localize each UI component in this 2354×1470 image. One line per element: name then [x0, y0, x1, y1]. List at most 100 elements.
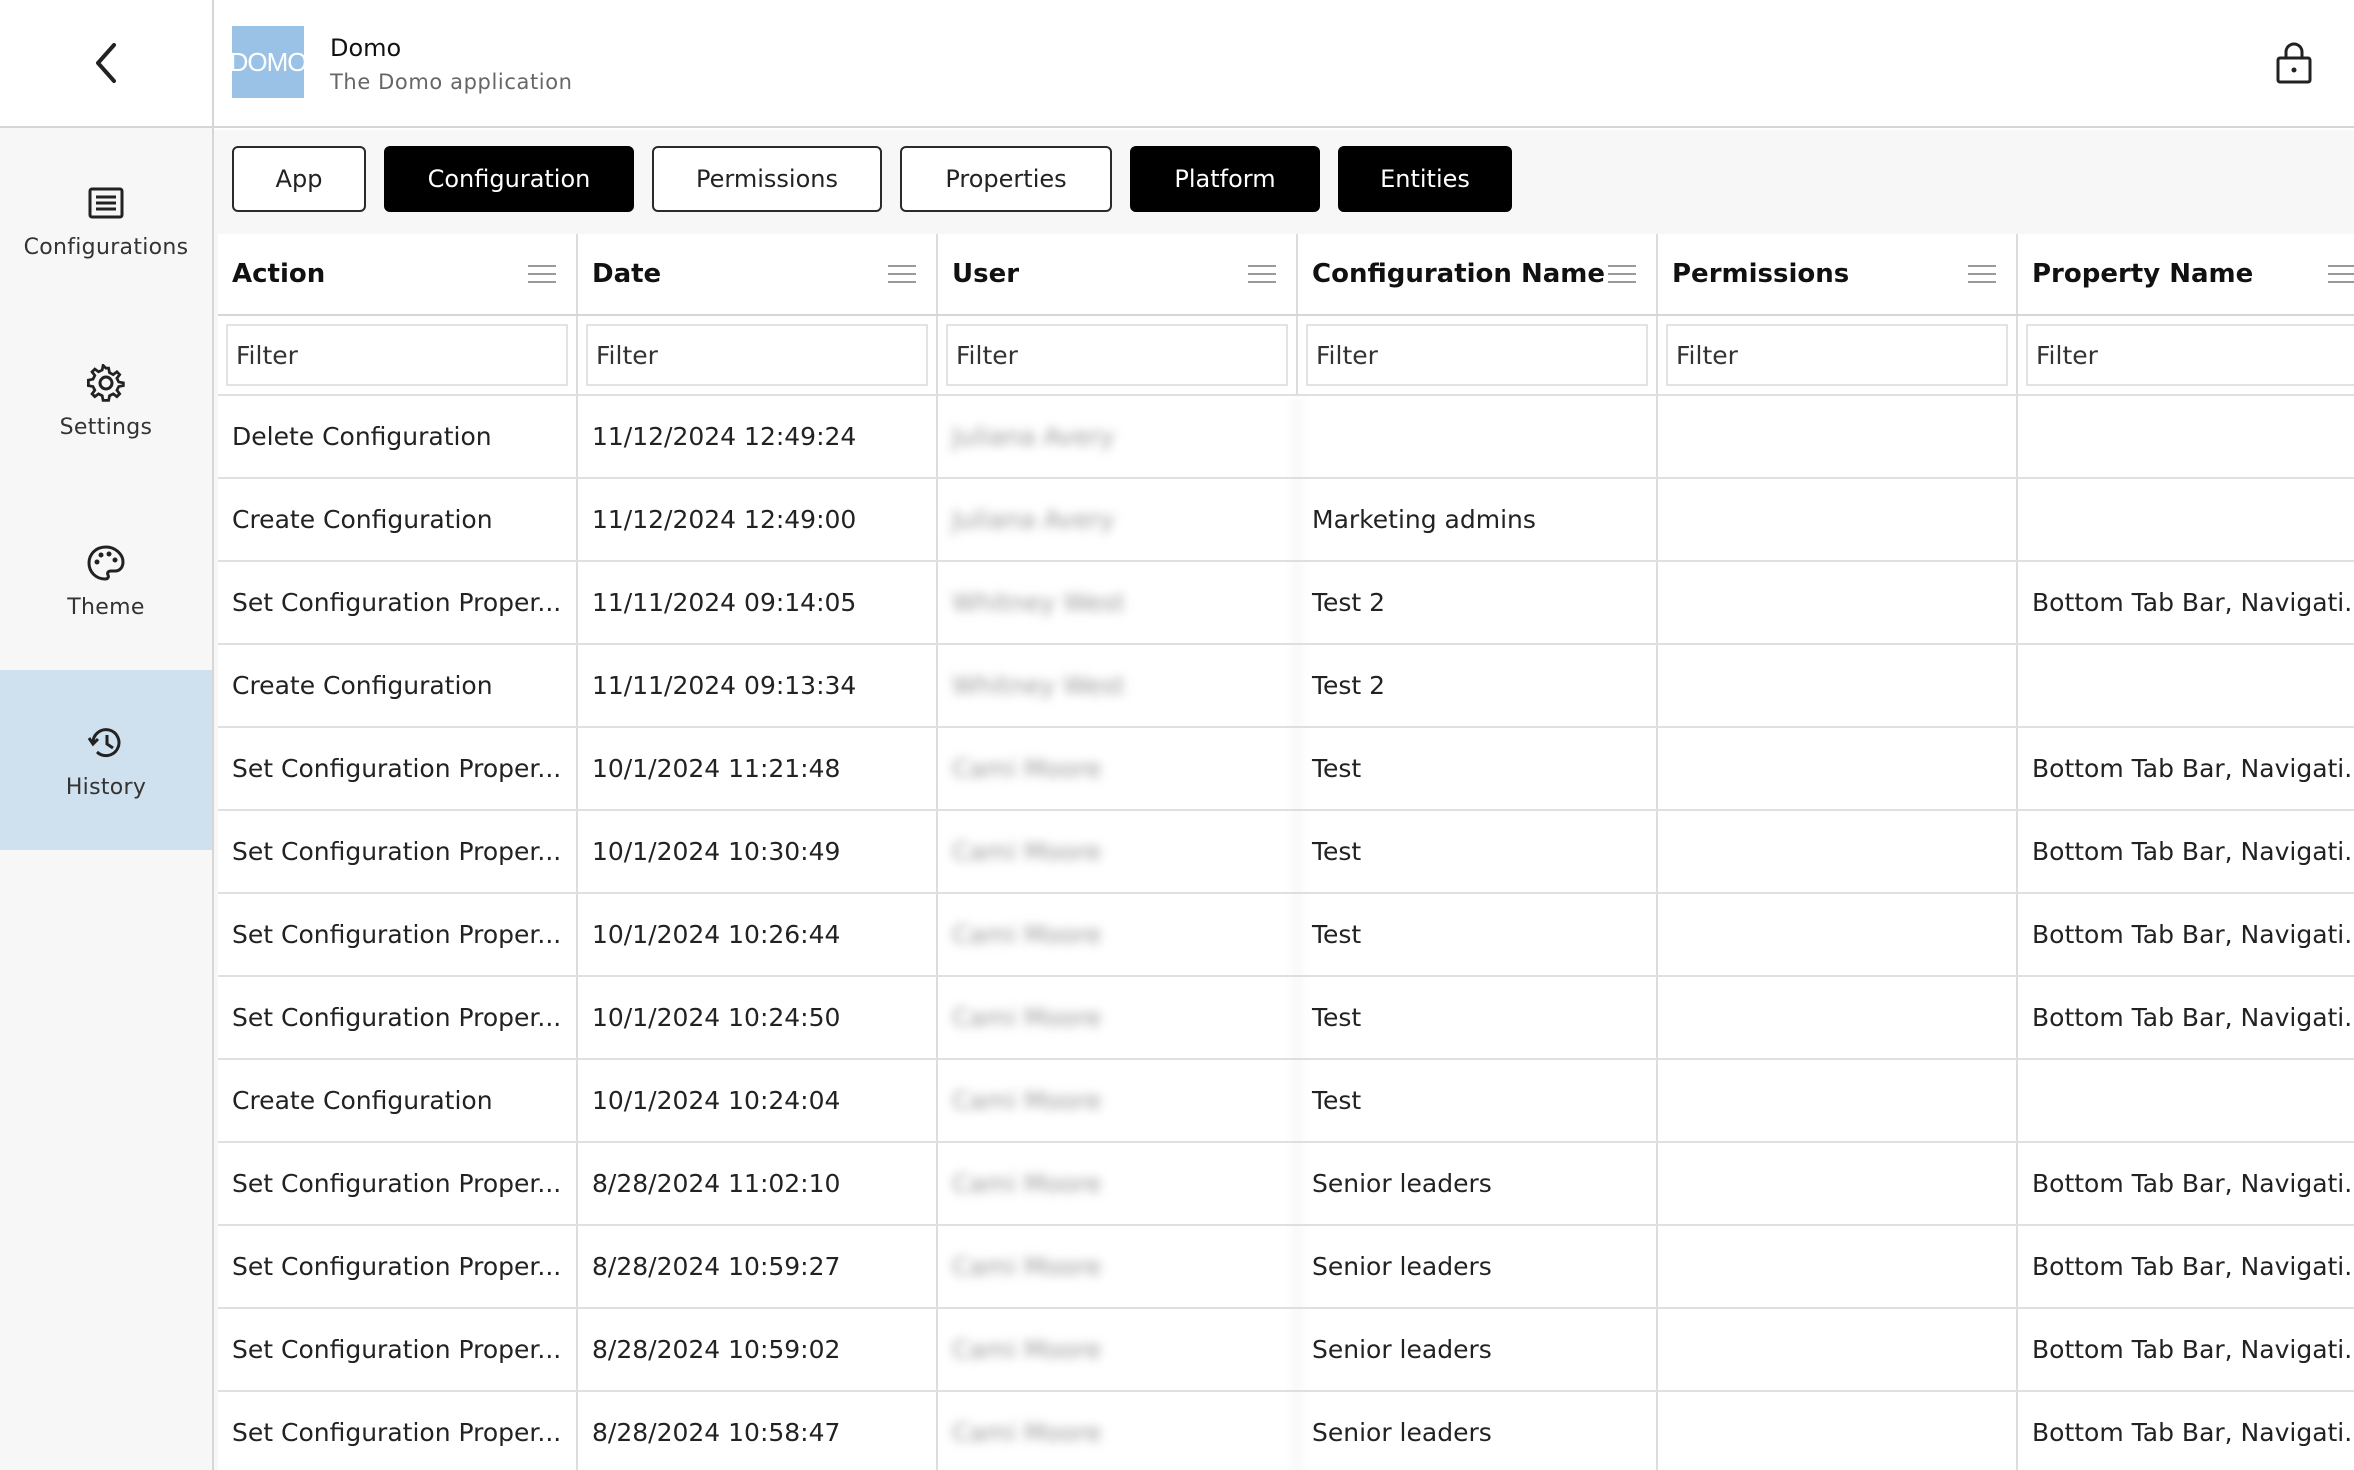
cell-configuration-name: Test 2: [1298, 645, 1658, 726]
table-row[interactable]: Set Configuration Proper... 10/1/2024 10…: [218, 894, 2354, 977]
cell-property-name: [2018, 645, 2354, 726]
sidebar-item-configurations[interactable]: Configurations: [0, 130, 212, 310]
palette-icon: [84, 541, 128, 585]
filter-row: [218, 316, 2354, 396]
table-row[interactable]: Delete Configuration 11/12/2024 12:49:24…: [218, 396, 2354, 479]
cell-configuration-name: Test: [1298, 977, 1658, 1058]
sidebar-item-label: Theme: [67, 594, 145, 620]
cell-property-name: [2018, 479, 2354, 560]
cell-user: Cami Moore: [938, 1060, 1298, 1141]
gear-icon: [84, 361, 128, 405]
cell-user: Cami Moore: [938, 1392, 1298, 1470]
tab-permissions[interactable]: Permissions: [652, 146, 882, 212]
cell-action: Set Configuration Proper...: [218, 1392, 578, 1470]
table-row[interactable]: Create Configuration 10/1/2024 10:24:04 …: [218, 1060, 2354, 1143]
sidebar-item-settings[interactable]: Settings: [0, 310, 212, 490]
column-header-user[interactable]: User: [938, 234, 1298, 314]
column-header-property-name[interactable]: Property Name: [2018, 234, 2354, 314]
cell-permissions: [1658, 562, 2018, 643]
cell-action: Set Configuration Proper...: [218, 894, 578, 975]
column-menu-icon[interactable]: [2328, 265, 2354, 283]
cell-action: Set Configuration Proper...: [218, 1143, 578, 1224]
column-menu-icon[interactable]: [1608, 265, 1636, 283]
table-row[interactable]: Set Configuration Proper... 10/1/2024 11…: [218, 728, 2354, 811]
filter-input-property-name[interactable]: [2026, 324, 2354, 386]
cell-user: Cami Moore: [938, 1226, 1298, 1307]
list-icon: [84, 181, 128, 225]
table-row[interactable]: Set Configuration Proper... 8/28/2024 11…: [218, 1143, 2354, 1226]
cell-property-name: Bottom Tab Bar, Navigati...: [2018, 1309, 2354, 1390]
table-row[interactable]: Set Configuration Proper... 8/28/2024 10…: [218, 1309, 2354, 1392]
cell-date: 11/11/2024 09:13:34: [578, 645, 938, 726]
cell-action: Set Configuration Proper...: [218, 811, 578, 892]
tab-app[interactable]: App: [232, 146, 366, 212]
column-menu-icon[interactable]: [1968, 265, 1996, 283]
column-menu-icon[interactable]: [528, 265, 556, 283]
cell-date: 11/12/2024 12:49:00: [578, 479, 938, 560]
table-row[interactable]: Set Configuration Proper... 8/28/2024 10…: [218, 1392, 2354, 1470]
table-row[interactable]: Set Configuration Proper... 10/1/2024 10…: [218, 811, 2354, 894]
tab-properties[interactable]: Properties: [900, 146, 1112, 212]
table-row[interactable]: Create Configuration 11/11/2024 09:13:34…: [218, 645, 2354, 728]
cell-date: 8/28/2024 10:59:27: [578, 1226, 938, 1307]
filter-input-action[interactable]: [226, 324, 568, 386]
cell-date: 10/1/2024 10:26:44: [578, 894, 938, 975]
cell-date: 8/28/2024 11:02:10: [578, 1143, 938, 1224]
cell-action: Set Configuration Proper...: [218, 728, 578, 809]
cell-user: Cami Moore: [938, 977, 1298, 1058]
filter-input-permissions[interactable]: [1666, 324, 2008, 386]
cell-property-name: Bottom Tab Bar, Navigati...: [2018, 562, 2354, 643]
sidebar-item-label: Configurations: [23, 234, 189, 260]
cell-property-name: [2018, 396, 2354, 477]
column-menu-icon[interactable]: [1248, 265, 1276, 283]
table-row[interactable]: Set Configuration Proper... 10/1/2024 10…: [218, 977, 2354, 1060]
sidebar-item-theme[interactable]: Theme: [0, 490, 212, 670]
cell-action: Set Configuration Proper...: [218, 562, 578, 643]
cell-user: Juliana Avery: [938, 396, 1298, 477]
table-row[interactable]: Set Configuration Proper... 11/11/2024 0…: [218, 562, 2354, 645]
tab-platform[interactable]: Platform: [1130, 146, 1320, 212]
cell-date: 10/1/2024 10:24:50: [578, 977, 938, 1058]
column-header-date[interactable]: Date: [578, 234, 938, 314]
cell-permissions: [1658, 728, 2018, 809]
sidebar-item-history[interactable]: History: [0, 670, 212, 850]
column-header-configuration-name[interactable]: Configuration Name: [1298, 234, 1658, 314]
cell-property-name: Bottom Tab Bar, Navigati...: [2018, 1392, 2354, 1470]
column-header-action[interactable]: Action: [218, 234, 578, 314]
cell-configuration-name: Senior leaders: [1298, 1143, 1658, 1224]
tab-entities[interactable]: Entities: [1338, 146, 1512, 212]
back-button[interactable]: [0, 0, 212, 128]
tab-configuration[interactable]: Configuration: [384, 146, 634, 212]
filter-input-date[interactable]: [586, 324, 928, 386]
cell-action: Create Configuration: [218, 645, 578, 726]
sidebar-item-label: History: [65, 774, 147, 800]
cell-permissions: [1658, 811, 2018, 892]
app-logo: DOMO: [232, 26, 304, 98]
cell-configuration-name: Senior leaders: [1298, 1226, 1658, 1307]
cell-configuration-name: Test: [1298, 811, 1658, 892]
column-menu-icon[interactable]: [888, 265, 916, 283]
cell-property-name: Bottom Tab Bar, Navigati...: [2018, 811, 2354, 892]
cell-property-name: [2018, 1060, 2354, 1141]
cell-action: Create Configuration: [218, 479, 578, 560]
cell-configuration-name: Marketing admins: [1298, 479, 1658, 560]
sidebar-item-label: Settings: [59, 414, 153, 440]
table-row[interactable]: Create Configuration 11/12/2024 12:49:00…: [218, 479, 2354, 562]
filter-input-configuration-name[interactable]: [1306, 324, 1648, 386]
table-row[interactable]: Set Configuration Proper... 8/28/2024 10…: [218, 1226, 2354, 1309]
lock-icon[interactable]: [2274, 40, 2314, 84]
cell-configuration-name: Senior leaders: [1298, 1392, 1658, 1470]
cell-configuration-name: Test: [1298, 1060, 1658, 1141]
cell-action: Delete Configuration: [218, 396, 578, 477]
cell-date: 11/11/2024 09:14:05: [578, 562, 938, 643]
cell-user: Whitney West: [938, 562, 1298, 643]
cell-permissions: [1658, 1143, 2018, 1224]
cell-configuration-name: [1298, 396, 1658, 477]
history-table: Action Date User Configuration Name Perm…: [218, 234, 2354, 1470]
sidebar: Configurations Settings Theme History: [0, 0, 214, 1470]
column-header-permissions[interactable]: Permissions: [1658, 234, 2018, 314]
cell-permissions: [1658, 1392, 2018, 1470]
filter-input-user[interactable]: [946, 324, 1288, 386]
cell-date: 11/12/2024 12:49:24: [578, 396, 938, 477]
main-content: App Configuration Permissions Properties…: [214, 130, 2354, 1470]
